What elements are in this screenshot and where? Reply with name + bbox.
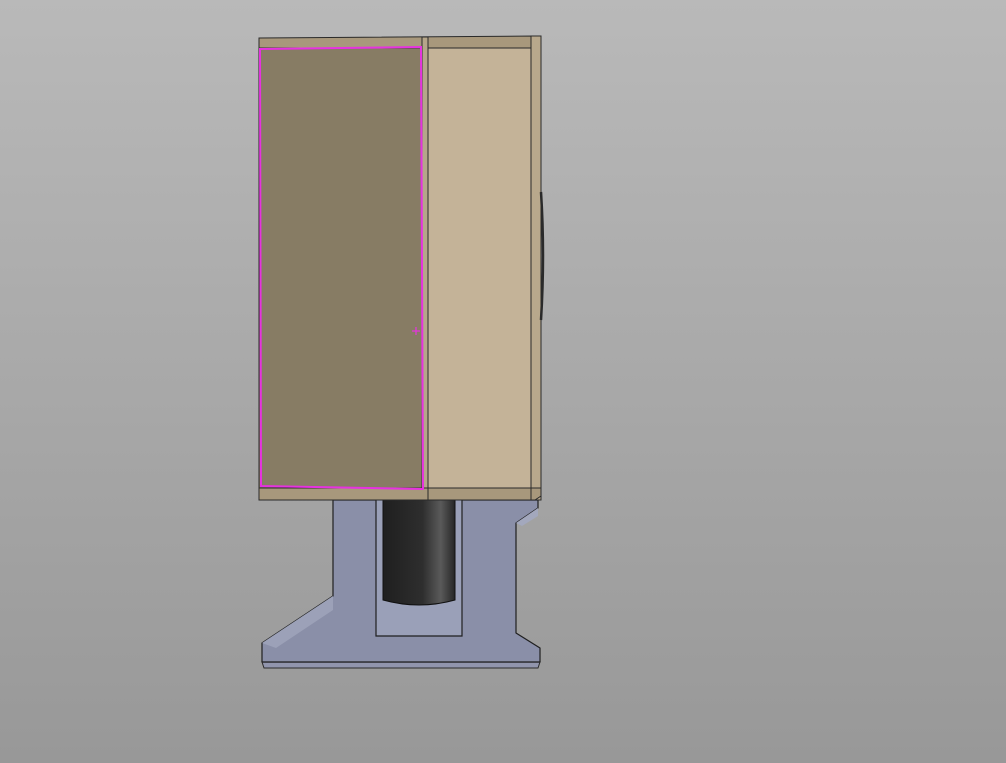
cabinet[interactable]	[258, 35, 545, 501]
cabinet-front-face[interactable]	[258, 47, 423, 491]
cabinet-side-panel[interactable]	[427, 47, 532, 490]
graphics-viewport[interactable]	[0, 0, 1006, 763]
cabinet-bottom-rail[interactable]	[258, 487, 542, 501]
cabinet-top-rail[interactable]	[258, 35, 542, 49]
cabinet-right-edge[interactable]	[530, 35, 542, 501]
base-plate[interactable]	[261, 661, 541, 669]
cad-model-scene[interactable]	[0, 0, 1006, 763]
motor-cylinder[interactable]	[382, 499, 456, 606]
motor[interactable]	[382, 499, 456, 606]
